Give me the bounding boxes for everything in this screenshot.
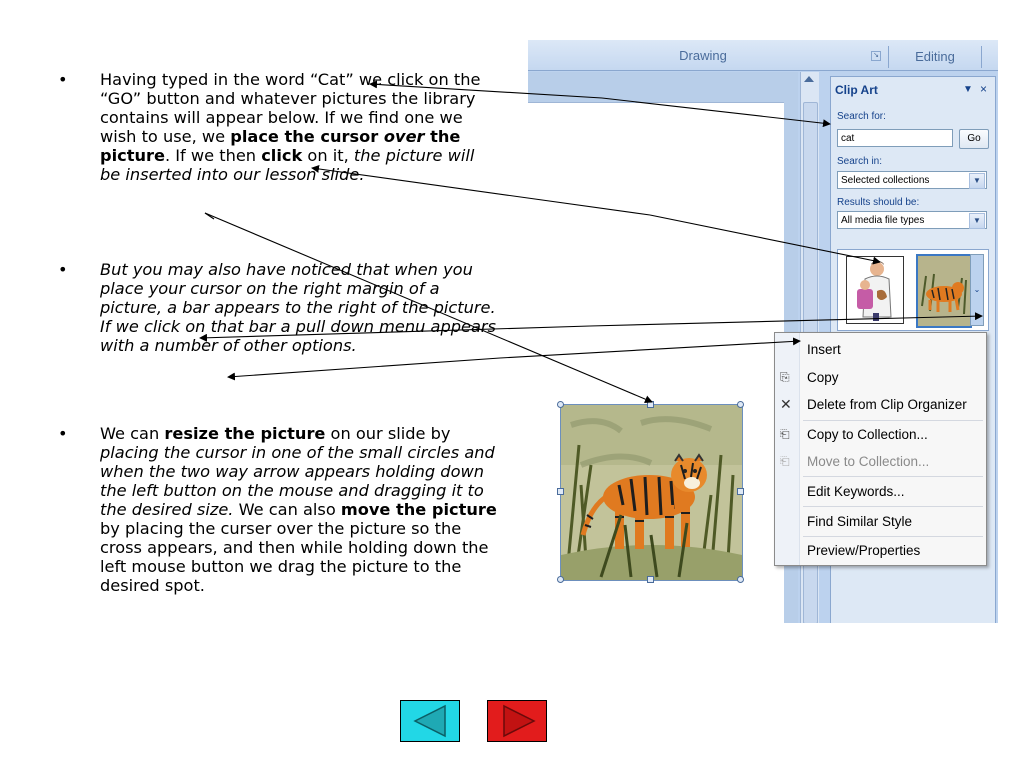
bullet-2: • But you may also have noticed that whe… xyxy=(58,260,498,355)
results-value: All media file types xyxy=(841,215,925,226)
search-in-label: Search in: xyxy=(837,156,883,167)
arrow-to-options-text xyxy=(227,357,501,381)
resize-handle-top[interactable] xyxy=(647,401,654,408)
ribbon-group-drawing[interactable]: Drawing xyxy=(528,48,878,63)
arrow-origin-stub xyxy=(204,212,215,220)
search-input[interactable]: cat xyxy=(837,129,953,147)
menu-item-move-to-collection: Move to Collection... xyxy=(807,454,930,469)
resize-handle-bottom[interactable] xyxy=(647,576,654,583)
menu-separator xyxy=(803,420,983,421)
thumbnail-dropdown-bar[interactable]: ⌄ xyxy=(970,254,984,326)
triangle-right-icon xyxy=(503,704,536,738)
copy-to-collection-icon: ⎗ xyxy=(780,427,790,441)
resize-handle-bottom-left[interactable] xyxy=(557,576,564,583)
clip-thumbnail-tiger[interactable] xyxy=(916,254,972,328)
pane-title: Clip Art xyxy=(835,83,878,97)
tiger-thumb-image xyxy=(918,256,970,326)
pane-menu-icon[interactable]: ▼ xyxy=(963,84,973,95)
search-in-value: Selected collections xyxy=(841,175,930,186)
go-button[interactable]: Go xyxy=(959,129,989,149)
bullet-marker: • xyxy=(58,70,68,89)
results-area: ⌄ xyxy=(837,249,989,331)
menu-item-copy-to-collection[interactable]: Copy to Collection... xyxy=(807,427,928,442)
bullet-marker: • xyxy=(58,424,68,443)
ribbon-group-editing[interactable]: Editing xyxy=(888,46,982,68)
resize-handle-bottom-right[interactable] xyxy=(737,576,744,583)
results-select[interactable]: All media file types ▼ xyxy=(837,211,987,229)
resize-handle-top-right[interactable] xyxy=(737,401,744,408)
vet-clip-image xyxy=(857,261,892,321)
resize-handle-right[interactable] xyxy=(737,488,744,495)
chevron-down-icon[interactable]: ▼ xyxy=(969,173,985,189)
menu-item-delete[interactable]: Delete from Clip Organizer xyxy=(807,397,967,412)
pane-close-icon[interactable]: × xyxy=(980,82,987,96)
delete-icon: ✕ xyxy=(780,396,792,412)
bullet-1: • Having typed in the word “Cat” we clic… xyxy=(58,70,498,184)
ribbon: Drawing ↘ Editing xyxy=(528,40,998,71)
next-slide-button[interactable] xyxy=(487,700,547,742)
bullet-marker: • xyxy=(58,260,68,279)
results-label: Results should be: xyxy=(837,197,920,208)
triangle-left-icon xyxy=(413,704,446,738)
menu-separator xyxy=(803,476,983,477)
search-for-label: Search for: xyxy=(837,111,886,122)
bullet-1-text: Having typed in the word “Cat” we click … xyxy=(100,70,481,184)
bullet-3-text: We can resize the picture on our slide b… xyxy=(100,424,497,595)
bullet-3: • We can resize the picture on our slide… xyxy=(58,424,498,595)
menu-separator xyxy=(803,506,983,507)
slide-picture-tiger[interactable] xyxy=(560,404,743,581)
dialog-launcher-icon[interactable]: ↘ xyxy=(871,51,881,61)
previous-slide-button[interactable] xyxy=(400,700,460,742)
resize-handle-left[interactable] xyxy=(557,488,564,495)
menu-item-find-similar[interactable]: Find Similar Style xyxy=(807,514,912,529)
menu-item-preview-properties[interactable]: Preview/Properties xyxy=(807,543,920,558)
chevron-down-icon[interactable]: ▼ xyxy=(969,213,985,229)
move-to-collection-icon: ⎗ xyxy=(780,454,790,468)
context-menu: Insert ⎘ Copy ✕ Delete from Clip Organiz… xyxy=(774,332,987,566)
copy-icon: ⎘ xyxy=(780,370,790,384)
tiger-picture-image xyxy=(561,405,742,580)
bullet-2-text: But you may also have noticed that when … xyxy=(100,260,496,355)
resize-handle-top-left[interactable] xyxy=(557,401,564,408)
clip-thumbnail-vet[interactable] xyxy=(846,256,904,324)
menu-item-edit-keywords[interactable]: Edit Keywords... xyxy=(807,484,905,499)
scroll-up-icon[interactable] xyxy=(804,76,814,82)
menu-item-copy[interactable]: Copy xyxy=(807,370,839,385)
menu-item-insert[interactable]: Insert xyxy=(807,342,841,357)
menu-gutter xyxy=(775,333,800,565)
menu-separator xyxy=(803,536,983,537)
search-in-select[interactable]: Selected collections ▼ xyxy=(837,171,987,189)
